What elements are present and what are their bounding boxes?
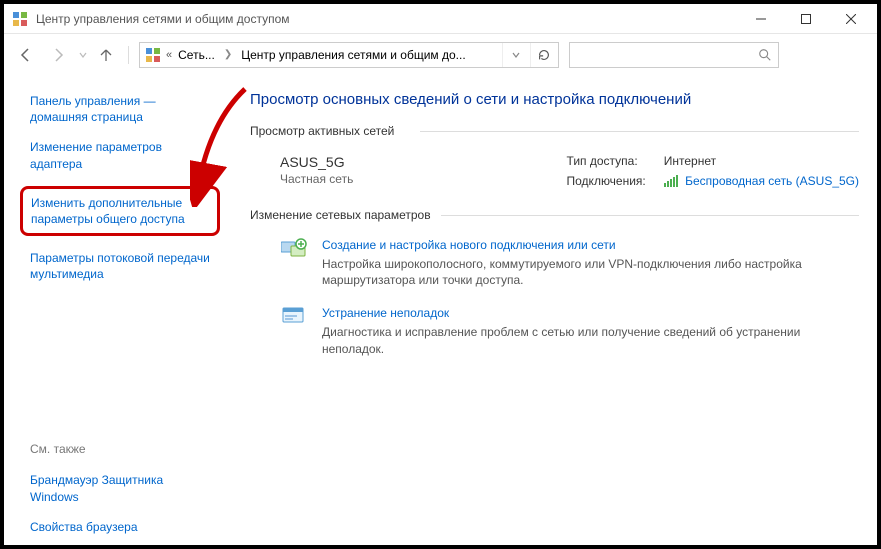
new-connection-link[interactable]: Создание и настройка нового подключения …	[322, 238, 616, 252]
new-connection-icon	[280, 238, 310, 288]
control-panel-icon	[12, 11, 28, 27]
network-settings-section: Изменение сетевых параметров	[250, 208, 859, 222]
connections-label: Подключения:	[567, 174, 646, 188]
troubleshoot-link[interactable]: Устранение неполадок	[322, 306, 449, 320]
adapter-settings-link[interactable]: Изменение параметров адаптера	[30, 139, 212, 171]
separator	[128, 46, 129, 64]
minimize-button[interactable]	[738, 4, 783, 34]
breadcrumb-part1[interactable]: Сеть...	[174, 48, 219, 62]
control-panel-home-link[interactable]: Панель управления — домашняя страница	[30, 93, 212, 125]
address-bar[interactable]: « Сеть... ❯ Центр управления сетями и об…	[139, 42, 559, 68]
breadcrumb-part2[interactable]: Центр управления сетями и общим до...	[237, 48, 469, 62]
access-type-value: Интернет	[664, 154, 859, 168]
close-button[interactable]	[828, 4, 873, 34]
see-also-label: См. также	[30, 442, 212, 456]
connection-link[interactable]: Беспроводная сеть (ASUS_5G)	[685, 174, 859, 188]
location-icon	[142, 47, 164, 63]
sidebar: Панель управления — домашняя страница Из…	[4, 75, 222, 545]
network-name: ASUS_5G	[280, 154, 567, 170]
highlight-annotation: Изменить дополнительные параметры общего…	[20, 186, 220, 236]
window-title: Центр управления сетями и общим доступом	[36, 12, 290, 26]
history-dropdown[interactable]	[76, 41, 90, 69]
forward-button[interactable]	[44, 41, 72, 69]
network-type: Частная сеть	[280, 172, 567, 186]
address-dropdown-icon[interactable]	[502, 43, 528, 67]
search-input[interactable]	[569, 42, 779, 68]
maximize-button[interactable]	[783, 4, 828, 34]
up-button[interactable]	[94, 41, 118, 69]
search-icon	[758, 48, 772, 62]
titlebar: Центр управления сетями и общим доступом	[4, 4, 877, 34]
new-connection-desc: Настройка широкополосного, коммутируемог…	[322, 256, 859, 288]
wifi-icon	[664, 175, 678, 190]
troubleshoot-desc: Диагностика и исправление проблем с сеть…	[322, 324, 859, 356]
page-heading: Просмотр основных сведений о сети и наст…	[250, 91, 859, 108]
main-panel: Просмотр основных сведений о сети и наст…	[222, 75, 877, 545]
nav-toolbar: « Сеть... ❯ Центр управления сетями и об…	[4, 34, 877, 75]
breadcrumb-prefix: «	[166, 49, 172, 61]
access-type-label: Тип доступа:	[567, 154, 646, 168]
troubleshoot-icon	[280, 306, 310, 356]
refresh-button[interactable]	[530, 43, 556, 67]
browser-properties-link[interactable]: Свойства браузера	[30, 519, 212, 535]
media-streaming-link[interactable]: Параметры потоковой передачи мультимедиа	[30, 250, 212, 282]
active-networks-section: Просмотр активных сетей	[250, 124, 859, 138]
chevron-icon[interactable]: ❯	[221, 49, 235, 60]
defender-firewall-link[interactable]: Брандмауэр Защитника Windows	[30, 472, 212, 504]
back-button[interactable]	[12, 41, 40, 69]
advanced-sharing-link[interactable]: Изменить дополнительные параметры общего…	[31, 195, 209, 227]
